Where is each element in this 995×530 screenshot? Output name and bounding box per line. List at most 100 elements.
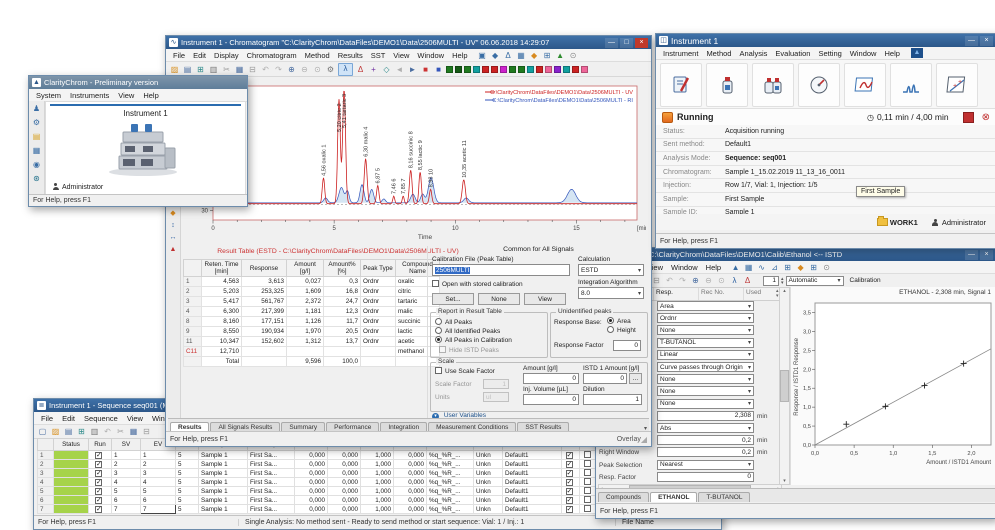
open-icon[interactable]: ▨ bbox=[169, 64, 180, 75]
menu-item-evaluation[interactable]: Evaluation bbox=[771, 49, 814, 58]
form-select-5[interactable]: Curve passes through Origin▾ bbox=[657, 362, 754, 372]
menu-item-view[interactable]: View bbox=[389, 51, 413, 60]
result-table-row[interactable]: Total9,596100,0 bbox=[184, 357, 440, 367]
zoom-x-icon[interactable]: ↔ bbox=[170, 234, 177, 241]
report-icon[interactable]: ⊞ bbox=[195, 64, 206, 75]
col-used[interactable]: Used bbox=[744, 288, 776, 300]
flag-checkbox[interactable] bbox=[584, 478, 591, 485]
radio-all-identified[interactable]: All Identified Peaks bbox=[435, 327, 500, 335]
menu-item-edit[interactable]: Edit bbox=[189, 51, 210, 60]
result-table-row[interactable]: 88,160177,1511,12611,7Ordnrsuccinic bbox=[184, 317, 440, 327]
single-analysis-button[interactable] bbox=[706, 63, 748, 107]
settings-icon[interactable]: ⊙ bbox=[568, 50, 579, 61]
run-checkbox[interactable] bbox=[95, 470, 102, 477]
flag-checkbox[interactable] bbox=[584, 487, 591, 494]
peak-detect-icon[interactable]: λ bbox=[729, 275, 740, 286]
result-col-1[interactable]: Reten. Time[min] bbox=[202, 260, 242, 277]
tab-ethanol[interactable]: ETHANOL bbox=[650, 492, 697, 502]
menu-item-instruments[interactable]: Instruments bbox=[66, 91, 113, 100]
istd-more-button[interactable]: ... bbox=[629, 373, 642, 384]
run-checkbox[interactable] bbox=[95, 506, 102, 513]
menu-item-results[interactable]: Results bbox=[334, 51, 367, 60]
peaks-icon[interactable]: ∿ bbox=[756, 262, 767, 273]
signal-square-4[interactable] bbox=[473, 66, 480, 73]
run-checkbox[interactable] bbox=[95, 488, 102, 495]
result-table-row[interactable]: C1112,710methanol bbox=[184, 347, 440, 357]
calibration-button[interactable]: ++ bbox=[936, 63, 978, 107]
instrument-card[interactable]: Instrument 1 Administrator bbox=[45, 101, 246, 195]
form-select-10[interactable]: Abs▾ bbox=[657, 423, 754, 433]
maximize-button[interactable]: □ bbox=[620, 38, 633, 48]
form-input-9[interactable]: 2,308 bbox=[657, 411, 754, 421]
user-icon[interactable]: ♟ bbox=[33, 105, 40, 113]
zoom-out-icon[interactable]: ⊖ bbox=[299, 64, 310, 75]
use-scale-checkbox[interactable]: Use Scale Factor bbox=[435, 367, 495, 375]
user-button[interactable]: Administrator bbox=[932, 218, 986, 227]
peak-detect-icon[interactable]: λ bbox=[338, 63, 353, 76]
set-button[interactable]: Set... bbox=[432, 293, 474, 305]
flag-checkbox[interactable] bbox=[566, 461, 573, 468]
export-icon[interactable]: ⊞ bbox=[542, 50, 553, 61]
flag-checkbox[interactable] bbox=[584, 451, 591, 458]
result-table[interactable]: Reten. Time[min]ResponseAmount[g/l]Amoun… bbox=[183, 259, 440, 367]
form-input-11[interactable]: 0,2 bbox=[657, 435, 754, 445]
run-checkbox[interactable] bbox=[95, 452, 102, 459]
sequence-row[interactable]: 2225Sample 1First Sa...0,0000,0001,0000,… bbox=[38, 460, 616, 469]
cut-icon[interactable]: ✂ bbox=[221, 64, 232, 75]
radio-area[interactable]: Area bbox=[607, 317, 631, 325]
marker-icon[interactable]: ◆ bbox=[170, 210, 175, 217]
overlay-icon[interactable]: ▣ bbox=[477, 50, 488, 61]
tools-icon[interactable]: ⚙ bbox=[325, 64, 336, 75]
menu-item-help[interactable]: Help bbox=[448, 51, 471, 60]
paste-icon[interactable]: ⊟ bbox=[247, 64, 258, 75]
form-select-7[interactable]: None▾ bbox=[657, 386, 754, 396]
device-monitor-button[interactable] bbox=[798, 63, 840, 107]
flag-checkbox[interactable] bbox=[584, 460, 591, 467]
calibration-titlebar[interactable]: ⊿ Calibration C:\ClarityChrom\DataFiles\… bbox=[596, 248, 995, 261]
flag-checkbox[interactable] bbox=[566, 452, 573, 459]
signal-square-15[interactable] bbox=[572, 66, 579, 73]
result-table-row[interactable]: 14,5633,6130,0270,3Ordnroxalic bbox=[184, 277, 440, 287]
chromatogram-button[interactable] bbox=[890, 63, 932, 107]
menu-item-edit[interactable]: Edit bbox=[58, 414, 79, 423]
zoom-reset-icon[interactable]: ⊙ bbox=[716, 275, 727, 286]
overlay-red-icon[interactable]: ■ bbox=[420, 64, 431, 75]
mode-select[interactable]: Automatic▾ bbox=[786, 276, 844, 286]
main-titlebar[interactable]: ▲ ClarityChrom - Preliminary version bbox=[29, 76, 247, 89]
sequence-row[interactable]: 7775Sample 1First Sa...0,0000,0001,0000,… bbox=[38, 505, 616, 514]
prev-icon[interactable]: ◄ bbox=[394, 64, 405, 75]
run-checkbox[interactable] bbox=[95, 461, 102, 468]
radio-all-peaks[interactable]: All Peaks bbox=[435, 318, 472, 326]
menu-item-system[interactable]: System bbox=[32, 91, 65, 100]
result-table-row[interactable]: 35,417561,7672,37224,7Ordnrtartaric bbox=[184, 297, 440, 307]
flag-checkbox[interactable] bbox=[566, 470, 573, 477]
compound-icon[interactable]: ⊿ bbox=[769, 262, 780, 273]
seq-col-0[interactable] bbox=[38, 439, 54, 451]
signal-square-6[interactable] bbox=[491, 66, 498, 73]
paste-icon[interactable]: ⊟ bbox=[651, 275, 662, 286]
flag-checkbox[interactable] bbox=[566, 506, 573, 513]
result-col-3[interactable]: Amount[g/l] bbox=[287, 260, 324, 277]
seq-col-1[interactable]: Status bbox=[54, 439, 89, 451]
inj-volume-input[interactable]: 0 bbox=[523, 394, 579, 405]
zoom-reset-icon[interactable]: ⊙ bbox=[312, 64, 323, 75]
table-icon[interactable]: ▦ bbox=[743, 262, 754, 273]
close-button[interactable]: × bbox=[980, 250, 993, 260]
menu-item-window[interactable]: Window bbox=[667, 263, 702, 272]
signal-square-16[interactable] bbox=[581, 66, 588, 73]
menu-item-sequence[interactable]: Sequence bbox=[80, 414, 122, 423]
menu-item-help[interactable]: Help bbox=[702, 263, 725, 272]
menu-item-help[interactable]: Help bbox=[139, 91, 162, 100]
menu-item-file[interactable]: File bbox=[169, 51, 189, 60]
form-select-3[interactable]: T-BUTANOL▾ bbox=[657, 338, 754, 348]
grid-icon[interactable]: ⊞ bbox=[782, 262, 793, 273]
tab-compounds[interactable]: Compounds bbox=[598, 492, 649, 502]
chromatogram-titlebar[interactable]: ∿ Instrument 1 - Chromatogram "C:\Clarit… bbox=[166, 36, 651, 49]
flag-checkbox[interactable] bbox=[566, 488, 573, 495]
marker-icon[interactable]: ◆ bbox=[795, 262, 806, 273]
zoom-in-icon[interactable]: ⊕ bbox=[286, 64, 297, 75]
sequence-row[interactable]: 4445Sample 1First Sa...0,0000,0001,0000,… bbox=[38, 478, 616, 487]
gear-icon[interactable]: ⚙ bbox=[33, 119, 40, 127]
baseline-icon[interactable]: Δ bbox=[742, 275, 753, 286]
flag-checkbox[interactable] bbox=[566, 497, 573, 504]
